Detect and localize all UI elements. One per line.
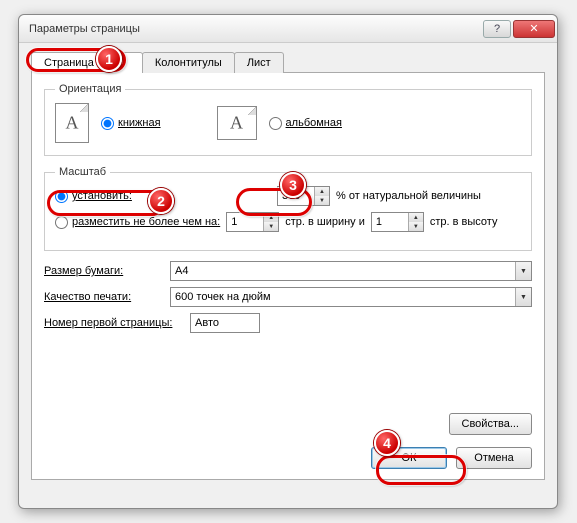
orientation-group: Ориентация книжная альбомная bbox=[44, 83, 532, 156]
annotation-marker-3: 3 bbox=[280, 172, 306, 198]
orientation-legend: Ориентация bbox=[55, 83, 125, 95]
first-page-input[interactable] bbox=[190, 313, 260, 333]
spinner-down-icon[interactable]: ▼ bbox=[315, 196, 329, 205]
scale-fit-label: разместить не более чем на: bbox=[72, 216, 220, 228]
close-button[interactable]: ✕ bbox=[513, 20, 555, 38]
landscape-label: альбомная bbox=[286, 117, 342, 129]
close-icon: ✕ bbox=[529, 22, 538, 35]
fit-height-spinner[interactable]: ▲▼ bbox=[371, 212, 424, 232]
print-quality-label: Качество печати: bbox=[44, 291, 164, 303]
window-title: Параметры страницы bbox=[29, 23, 481, 35]
tab-headers[interactable]: Колонтитулы bbox=[142, 52, 235, 73]
annotation-marker-4: 4 bbox=[374, 430, 400, 456]
paper-size-value: A4 bbox=[171, 265, 515, 277]
annotation-marker-1: 1 bbox=[96, 46, 122, 72]
cancel-button[interactable]: Отмена bbox=[456, 447, 532, 469]
paper-size-label: Размер бумаги: bbox=[44, 265, 164, 277]
first-page-label: Номер первой страницы: bbox=[44, 317, 184, 329]
landscape-icon bbox=[217, 106, 257, 140]
paper-size-combo[interactable]: A4 ▼ bbox=[170, 261, 532, 281]
print-quality-value: 600 точек на дюйм bbox=[171, 291, 515, 303]
properties-button[interactable]: Свойства... bbox=[449, 413, 532, 435]
spinner-down-icon[interactable]: ▼ bbox=[409, 222, 423, 231]
titlebar: Параметры страницы ? ✕ bbox=[19, 15, 557, 43]
dialog-body: Страница Колонтитулы Лист Ориентация кни… bbox=[19, 43, 557, 492]
chevron-down-icon[interactable]: ▼ bbox=[515, 262, 531, 280]
print-quality-combo[interactable]: 600 точек на дюйм ▼ bbox=[170, 287, 532, 307]
portrait-icon bbox=[55, 103, 89, 143]
annotation-marker-2: 2 bbox=[148, 188, 174, 214]
landscape-radio[interactable] bbox=[269, 117, 282, 130]
page-setup-dialog: Параметры страницы ? ✕ Страница Колонтит… bbox=[18, 14, 558, 509]
tab-pane-page: Ориентация книжная альбомная Мас bbox=[31, 72, 545, 480]
fit-height-input[interactable] bbox=[372, 213, 408, 231]
fit-height-suffix: стр. в высоту bbox=[430, 216, 498, 228]
annotation-ring-4 bbox=[376, 455, 466, 485]
help-icon: ? bbox=[494, 23, 500, 35]
scale-adjust-suffix: % от натуральной величины bbox=[336, 190, 481, 202]
spinner-up-icon[interactable]: ▲ bbox=[409, 213, 423, 222]
scale-legend: Масштаб bbox=[55, 166, 110, 178]
spinner-up-icon[interactable]: ▲ bbox=[315, 187, 329, 196]
portrait-radio[interactable] bbox=[101, 117, 114, 130]
spinner-down-icon[interactable]: ▼ bbox=[264, 222, 278, 231]
chevron-down-icon[interactable]: ▼ bbox=[515, 288, 531, 306]
scale-fit-radio[interactable] bbox=[55, 216, 68, 229]
tab-sheet[interactable]: Лист bbox=[234, 52, 284, 73]
fit-width-suffix: стр. в ширину и bbox=[285, 216, 365, 228]
help-button[interactable]: ? bbox=[483, 20, 511, 38]
portrait-label: книжная bbox=[118, 117, 161, 129]
